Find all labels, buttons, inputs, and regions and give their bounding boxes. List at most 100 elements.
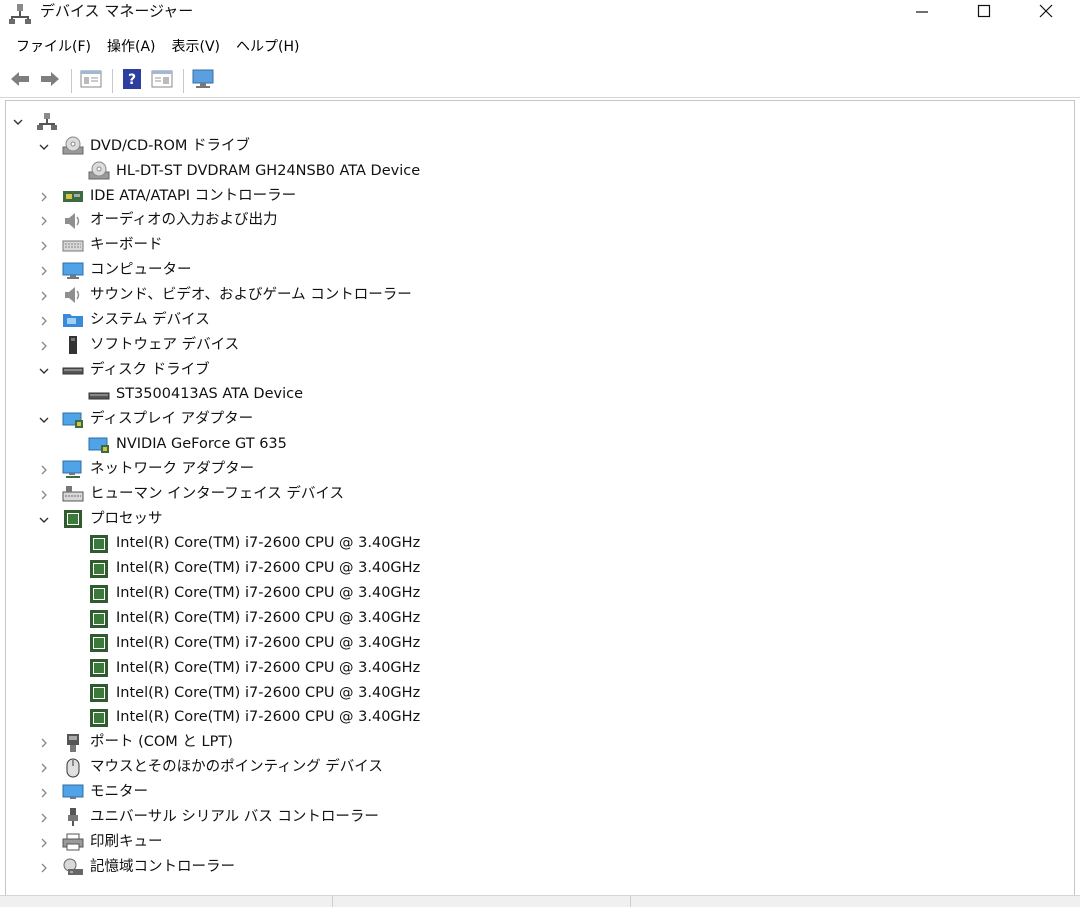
menu-action[interactable]: 操作(A) [99,34,164,60]
category-label: キーボード [90,237,163,254]
category-label: オーディオの入力および出力 [90,212,278,229]
maximize-button[interactable] [953,0,1015,22]
chevron-right-icon[interactable] [37,339,51,353]
tree-device[interactable]: HL-DT-ST DVDRAM GH24NSB0 ATA Device [88,159,420,184]
tree-device[interactable]: ST3500413AS ATA Device [88,382,303,407]
category-label: ネットワーク アダプター [90,460,255,477]
scan-hardware-button[interactable] [189,67,217,95]
device-label: Intel(R) Core(TM) i7-2600 CPU @ 3.40GHz [116,610,421,626]
chevron-down-icon[interactable] [37,513,51,527]
tree-category[interactable]: モニター [41,780,148,805]
tree-category[interactable]: ディスプレイ アダプター [39,407,254,432]
chevron-down-icon[interactable] [37,140,51,154]
tree-category[interactable]: マウスとそのほかのポインティング デバイス [41,755,383,780]
tree-category[interactable]: コンピューター [41,258,192,283]
tree-device[interactable]: Intel(R) Core(TM) i7-2600 CPU @ 3.40GHz [88,631,420,656]
chevron-right-icon[interactable] [37,488,51,502]
tree-category[interactable]: IDE ATA/ATAPI コントローラー [41,184,297,209]
tree-device[interactable]: Intel(R) Core(TM) i7-2600 CPU @ 3.40GHz [88,556,420,581]
tree-category[interactable]: ヒューマン インターフェイス デバイス [41,482,344,507]
minimize-button[interactable] [891,0,953,22]
tree-device[interactable]: NVIDIA GeForce GT 635 [88,432,287,457]
tree-device[interactable]: Intel(R) Core(TM) i7-2600 CPU @ 3.40GHz [88,681,420,706]
category-label: ソフトウェア デバイス [90,336,240,353]
tree-category[interactable]: システム デバイス [41,308,210,333]
tree-category[interactable]: ソフトウェア デバイス [41,333,240,358]
window-title: デバイス マネージャー [40,2,194,20]
tree-root[interactable] [13,109,64,134]
tree-device[interactable]: Intel(R) Core(TM) i7-2600 CPU @ 3.40GHz [88,581,420,606]
tree-category[interactable]: プロセッサ [39,507,163,532]
forward-button[interactable] [36,67,64,95]
chevron-right-icon[interactable] [37,214,51,228]
tree-device[interactable]: Intel(R) Core(TM) i7-2600 CPU @ 3.40GHz [88,656,420,681]
cpu-chip-icon [88,559,110,579]
tree-category[interactable]: ポート (COM と LPT) [41,730,233,755]
tree-category[interactable]: オーディオの入力および出力 [41,208,278,233]
cpu-chip-icon [88,534,110,554]
chevron-right-icon[interactable] [37,786,51,800]
chevron-right-icon[interactable] [37,314,51,328]
tree-category[interactable]: DVD/CD-ROM ドライブ [39,134,251,159]
device-label: Intel(R) Core(TM) i7-2600 CPU @ 3.40GHz [116,684,421,701]
back-button[interactable] [6,67,34,95]
chevron-down-icon[interactable] [37,364,51,378]
menu-file[interactable]: ファイル(F) [8,34,99,60]
ide-controller-icon [62,186,84,206]
category-label: 記憶域コントローラー [90,858,235,875]
chevron-right-icon[interactable] [37,736,51,750]
back-arrow-icon [9,70,31,92]
tree-category[interactable]: ディスク ドライブ [39,358,210,383]
category-label: ディスプレイ アダプター [90,411,254,428]
tree-device[interactable]: Intel(R) Core(TM) i7-2600 CPU @ 3.40GHz [88,531,420,556]
category-label: モニター [90,783,148,800]
chevron-right-icon[interactable] [37,190,51,204]
monitor-computer-icon [191,68,215,94]
tree-category[interactable]: ユニバーサル シリアル バス コントローラー [41,805,379,830]
chevron-right-icon[interactable] [37,264,51,278]
chevron-right-icon[interactable] [37,811,51,825]
category-label: システム デバイス [90,311,210,328]
chevron-right-icon[interactable] [37,463,51,477]
tree-category[interactable]: 記憶域コントローラー [41,855,235,880]
tree-category[interactable]: 印刷キュー [41,830,163,855]
cpu-chip-icon [88,708,110,728]
device-label: Intel(R) Core(TM) i7-2600 CPU @ 3.40GHz [116,585,421,602]
category-label: ディスク ドライブ [90,361,210,378]
dvd-drive-icon [88,161,110,181]
computer-root-icon [36,112,58,132]
close-button[interactable] [1015,0,1077,22]
chevron-right-icon[interactable] [37,861,51,875]
tree-category[interactable]: キーボード [41,233,163,258]
chevron-right-icon[interactable] [37,289,51,303]
help-button[interactable]: ? [118,67,146,95]
tree-device[interactable]: Intel(R) Core(TM) i7-2600 CPU @ 3.40GHz [88,606,420,631]
cpu-chip-icon [88,658,110,678]
device-label: Intel(R) Core(TM) i7-2600 CPU @ 3.40GHz [116,535,421,552]
category-label: ヒューマン インターフェイス デバイス [90,485,344,502]
tree-category[interactable]: サウンド、ビデオ、およびゲーム コントローラー [41,283,412,308]
properties-icon [80,69,102,93]
menu-help[interactable]: ヘルプ(H) [228,34,307,60]
category-label: ポート (COM と LPT) [90,734,233,751]
display-adapter-icon [88,435,110,455]
view-button[interactable] [148,67,176,95]
category-label: ユニバーサル シリアル バス コントローラー [90,808,379,825]
tree-category[interactable]: ネットワーク アダプター [41,457,255,482]
tree-device[interactable]: Intel(R) Core(TM) i7-2600 CPU @ 3.40GHz [88,705,420,730]
menu-view[interactable]: 表示(V) [164,34,229,60]
chevron-down-icon[interactable] [11,115,25,129]
chevron-right-icon[interactable] [37,836,51,850]
chevron-down-icon[interactable] [37,413,51,427]
title-bar: デバイス マネージャー [0,0,1080,32]
chevron-right-icon[interactable] [37,239,51,253]
toolbar-separator [112,68,113,93]
cpu-chip-icon [88,584,110,604]
category-label: IDE ATA/ATAPI コントローラー [90,187,297,204]
chevron-right-icon[interactable] [37,761,51,775]
usb-icon [62,807,84,827]
category-label: DVD/CD-ROM ドライブ [90,137,251,154]
device-tree: DVD/CD-ROM ドライブ HL-DT-ST DVDRAM GH24NSB0 … [5,100,1075,895]
keyboard-icon [62,236,84,256]
properties-button[interactable] [77,67,105,95]
